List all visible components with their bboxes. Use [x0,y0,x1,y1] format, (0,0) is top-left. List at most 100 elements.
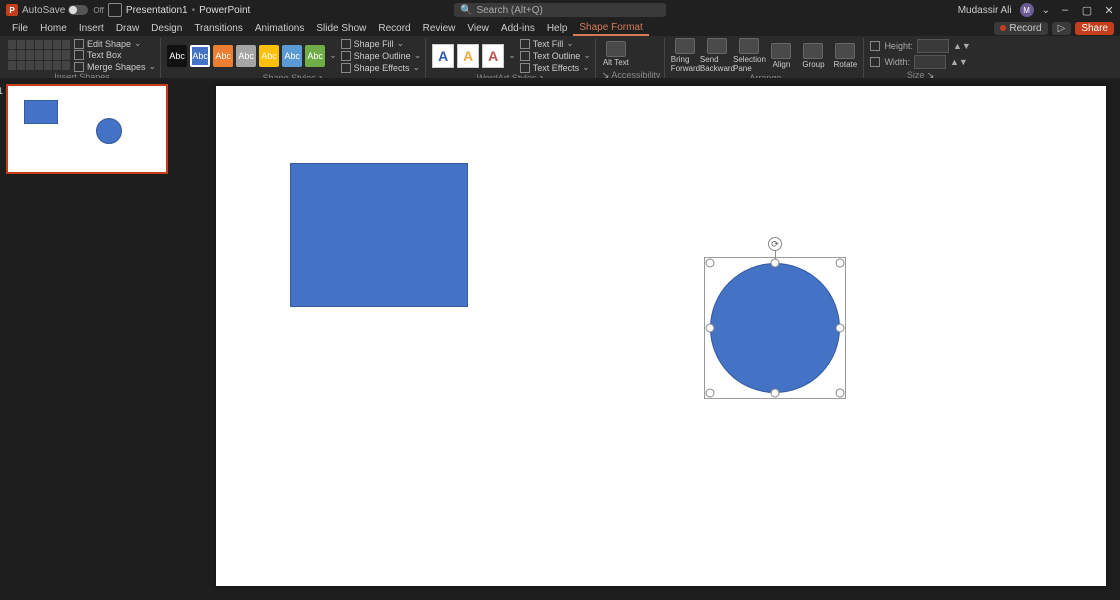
send-backward-button[interactable]: Send Backward [703,38,731,73]
style-swatch[interactable]: Abc [282,45,302,67]
search-input[interactable]: 🔍 Search (Alt+Q) [454,3,666,17]
tab-file[interactable]: File [6,22,34,35]
edit-shape-icon [74,39,84,49]
selected-circle-shape[interactable]: ⟳ [710,263,840,393]
tab-draw[interactable]: Draw [110,22,145,35]
text-outline-button[interactable]: Text Outline ⌄ [520,50,591,61]
tab-animations[interactable]: Animations [249,22,310,35]
ribbon: Edit Shape ⌄ Text Box Merge Shapes ⌄ Ins… [0,36,1120,81]
close-button[interactable]: ✕ [1102,4,1116,17]
workspace: 1 ⟳ [0,78,1120,600]
slide-canvas-area[interactable]: ⟳ [192,78,1120,600]
wordart-gallery[interactable]: A A A [432,44,504,68]
resize-handle-ne[interactable] [836,259,845,268]
align-button[interactable]: Align [767,43,795,69]
style-swatch[interactable]: Abc [305,45,325,67]
menu-bar: File Home Insert Draw Design Transitions… [0,20,1120,36]
style-swatch[interactable]: Abc [259,45,279,67]
rectangle-shape[interactable] [290,163,468,307]
text-box-button[interactable]: Text Box [74,50,156,60]
resize-handle-e[interactable] [836,324,845,333]
shape-fill-button[interactable]: Shape Fill ⌄ [341,38,422,49]
bring-forward-button[interactable]: Bring Forward [671,38,699,73]
user-name[interactable]: Mudassir Ali [958,5,1012,16]
height-input[interactable] [917,39,949,53]
merge-shapes-button[interactable]: Merge Shapes ⌄ [74,61,156,72]
slide[interactable]: ⟳ [216,86,1106,586]
fill-icon [341,39,351,49]
avatar[interactable]: M [1020,3,1034,17]
autosave-toggle[interactable]: AutoSave Off [22,5,104,16]
tab-review[interactable]: Review [417,22,462,35]
record-button[interactable]: Record [994,22,1047,35]
tab-slideshow[interactable]: Slide Show [310,22,372,35]
width-field[interactable]: Width: ▲▼ [870,55,970,69]
style-swatch[interactable]: Abc [236,45,256,67]
tab-addins[interactable]: Add-ins [495,22,541,35]
resize-handle-sw[interactable] [706,389,715,398]
circle-shape[interactable] [710,263,840,393]
tab-insert[interactable]: Insert [73,22,110,35]
alt-text-icon [606,41,626,57]
width-input[interactable] [914,55,946,69]
group-arrange: Bring Forward Send Backward Selection Pa… [667,38,864,80]
tab-home[interactable]: Home [34,22,73,35]
height-field[interactable]: Height: ▲▼ [870,39,970,53]
autosave-label: AutoSave [22,5,65,16]
save-icon[interactable] [108,3,122,17]
wordart-swatch[interactable]: A [482,44,504,68]
rotate-button[interactable]: Rotate [831,43,859,69]
selection-pane-button[interactable]: Selection Pane [735,38,763,73]
powerpoint-icon: P [6,4,18,16]
resize-handle-nw[interactable] [706,259,715,268]
thumb-rectangle-shape [24,100,58,124]
slide-thumbnail[interactable]: 1 [6,84,168,174]
tab-shape-format[interactable]: Shape Format [573,21,648,36]
tab-design[interactable]: Design [145,22,188,35]
tab-view[interactable]: View [461,22,495,35]
present-button[interactable]: ▷ [1052,22,1072,35]
restore-button[interactable]: ▢ [1080,4,1094,17]
resize-handle-w[interactable] [706,324,715,333]
resize-handle-n[interactable] [771,259,780,268]
document-title[interactable]: Presentation1 • PowerPoint [126,5,250,16]
share-button[interactable]: Share [1075,22,1114,35]
selection-pane-icon [739,38,759,54]
shape-style-gallery[interactable]: Abc Abc Abc Abc Abc Abc Abc [167,45,325,67]
minimize-button[interactable]: – [1058,4,1072,16]
ribbon-options-icon[interactable]: ⌄ [1042,5,1050,16]
slide-thumbnail-pane[interactable]: 1 [0,78,192,600]
style-swatch[interactable]: Abc [190,45,210,67]
merge-shapes-icon [74,62,84,72]
rotate-icon [835,43,855,59]
align-icon [771,43,791,59]
text-fill-icon [520,39,530,49]
shape-outline-button[interactable]: Shape Outline ⌄ [341,50,422,61]
text-outline-icon [520,51,530,61]
tab-help[interactable]: Help [541,22,574,35]
tab-record[interactable]: Record [372,22,416,35]
style-swatch[interactable]: Abc [213,45,233,67]
text-box-icon [74,50,84,60]
shape-effects-button[interactable]: Shape Effects ⌄ [341,62,422,73]
resize-handle-se[interactable] [836,389,845,398]
text-effects-icon [520,63,530,73]
thumb-circle-shape [96,118,122,144]
wordart-swatch[interactable]: A [432,44,454,68]
text-effects-button[interactable]: Text Effects ⌄ [520,62,591,73]
rotate-handle[interactable]: ⟳ [768,237,782,251]
style-swatch[interactable]: Abc [167,45,187,67]
tab-transitions[interactable]: Transitions [188,22,249,35]
edit-shape-button[interactable]: Edit Shape ⌄ [74,38,156,49]
effects-icon [341,63,351,73]
shape-gallery[interactable] [8,40,70,70]
style-gallery-more[interactable]: ⌄ [329,50,337,61]
group-button[interactable]: Group [799,43,827,69]
resize-handle-s[interactable] [771,389,780,398]
wordart-gallery-more[interactable]: ⌄ [508,50,516,61]
wordart-swatch[interactable]: A [457,44,479,68]
alt-text-button[interactable]: Alt Text [602,41,630,67]
autosave-state: Off [93,6,104,15]
group-icon [803,43,823,59]
text-fill-button[interactable]: Text Fill ⌄ [520,38,591,49]
